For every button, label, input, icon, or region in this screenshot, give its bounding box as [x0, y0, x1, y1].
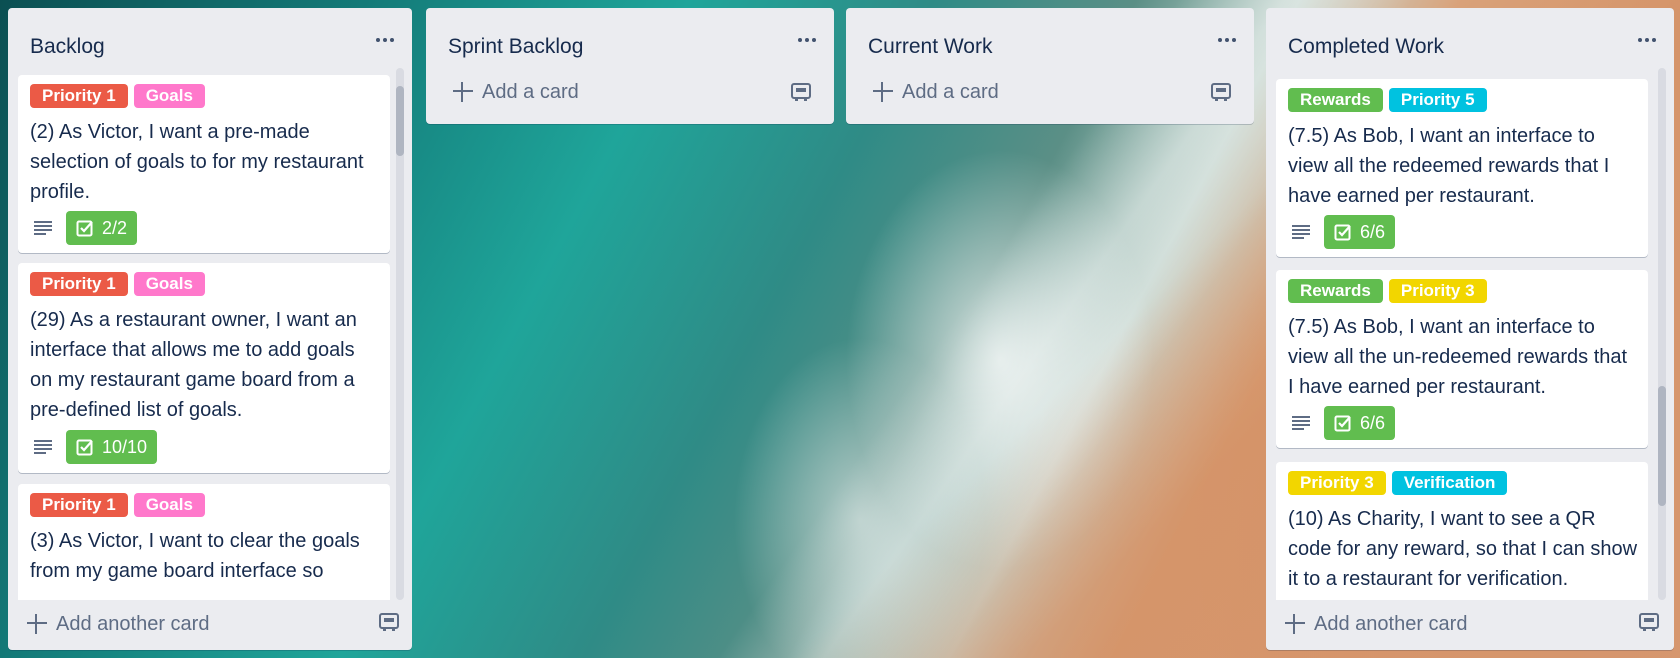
list-title[interactable]: Current Work: [868, 35, 992, 59]
add-card-label: Add a card: [482, 80, 579, 103]
checklist-icon: [1334, 224, 1351, 241]
card-list: Rewards Priority 5 (7.5) As Bob, I want …: [1266, 71, 1674, 600]
checklist-badge: 6/6: [1324, 215, 1396, 249]
list-current-work: Current Work Add a card: [846, 8, 1254, 124]
list-header[interactable]: Completed Work: [1266, 8, 1674, 66]
checklist-badge: 6/6: [1324, 406, 1396, 440]
label-rewards[interactable]: Rewards: [1288, 279, 1383, 303]
checklist-count: 2/2: [102, 217, 128, 238]
list-title[interactable]: Backlog: [30, 35, 105, 59]
card[interactable]: Rewards Priority 5 (7.5) As Bob, I want …: [1276, 79, 1648, 257]
add-card-button[interactable]: Add another card: [1270, 606, 1662, 642]
list-scrollbar[interactable]: [396, 68, 404, 600]
list-completed-work: Completed Work Rewards Priority 5 (7.5) …: [1266, 8, 1674, 650]
checklist-count: 10/10: [102, 436, 148, 457]
card-labels: Rewards Priority 3: [1288, 279, 1487, 303]
label-rewards[interactable]: Rewards: [1288, 88, 1383, 112]
card-template-icon[interactable]: [1638, 612, 1660, 632]
card-title: (10) As Charity, I want to see a QR code…: [1288, 508, 1638, 590]
description-icon: [1288, 410, 1314, 436]
list-scrollbar[interactable]: [1658, 68, 1666, 600]
card-badges: 6/6: [1288, 215, 1396, 249]
description-icon: [30, 434, 56, 460]
board: Backlog Priority 1 Goals (2) As Victor, …: [0, 0, 1680, 658]
checklist-count: 6/6: [1360, 221, 1386, 242]
plus-icon: [1284, 613, 1306, 635]
list-title[interactable]: Sprint Backlog: [448, 35, 583, 59]
add-card-button[interactable]: Add a card: [438, 74, 822, 110]
scroll-thumb[interactable]: [396, 86, 404, 156]
add-card-label: Add another card: [1314, 612, 1468, 635]
card-badges: 10/10: [30, 430, 158, 464]
card-title: (7.5) As Bob, I want an interface to vie…: [1288, 125, 1610, 207]
add-card-label: Add a card: [902, 80, 999, 103]
card-template-icon[interactable]: [1210, 82, 1232, 102]
list-menu-button[interactable]: [1634, 30, 1660, 50]
add-card-button[interactable]: Add a card: [858, 74, 1242, 110]
label-priority-3[interactable]: Priority 3: [1388, 279, 1487, 303]
card[interactable]: Priority 3 Verification (10) As Charity,…: [1276, 462, 1648, 600]
label-priority-1[interactable]: Priority 1: [30, 272, 128, 296]
card[interactable]: Priority 1 Goals (29) As a restaurant ow…: [18, 263, 390, 473]
plus-icon: [452, 81, 474, 103]
checklist-badge: 2/2: [66, 211, 138, 245]
label-verification[interactable]: Verification: [1391, 471, 1508, 495]
add-card-button[interactable]: Add another card: [12, 606, 400, 642]
list-header[interactable]: Current Work: [846, 8, 1254, 66]
card-template-icon[interactable]: [790, 82, 812, 102]
checklist-badge: 10/10: [66, 430, 158, 464]
card[interactable]: Rewards Priority 3 (7.5) As Bob, I want …: [1276, 270, 1648, 448]
plus-icon: [26, 613, 48, 635]
card-labels: Rewards Priority 5: [1288, 88, 1487, 112]
description-icon: [30, 215, 56, 241]
card-title: (3) As Victor, I want to clear the goals…: [30, 530, 360, 582]
card-labels: Priority 1 Goals: [30, 493, 205, 517]
checklist-icon: [76, 220, 93, 237]
card-title: (29) As a restaurant owner, I want an in…: [30, 309, 357, 421]
card-title: (7.5) As Bob, I want an interface to vie…: [1288, 316, 1628, 398]
list-backlog: Backlog Priority 1 Goals (2) As Victor, …: [8, 8, 412, 650]
label-priority-1[interactable]: Priority 1: [30, 493, 128, 517]
card-badges: 6/6: [1288, 406, 1396, 440]
list-title[interactable]: Completed Work: [1288, 35, 1444, 59]
card-title: (2) As Victor, I want a pre-made selecti…: [30, 121, 364, 203]
card-list: Priority 1 Goals (2) As Victor, I want a…: [8, 66, 412, 600]
checklist-count: 6/6: [1360, 412, 1386, 433]
scroll-thumb[interactable]: [1658, 386, 1666, 506]
list-header[interactable]: Backlog: [8, 8, 412, 66]
card-template-icon[interactable]: [378, 612, 400, 632]
label-goals[interactable]: Goals: [133, 493, 205, 517]
list-sprint-backlog: Sprint Backlog Add a card: [426, 8, 834, 124]
label-goals[interactable]: Goals: [133, 84, 205, 108]
label-priority-3[interactable]: Priority 3: [1288, 471, 1386, 495]
card-labels: Priority 1 Goals: [30, 84, 205, 108]
plus-icon: [872, 81, 894, 103]
label-priority-1[interactable]: Priority 1: [30, 84, 128, 108]
add-card-label: Add another card: [56, 612, 210, 635]
list-menu-button[interactable]: [372, 30, 398, 50]
card-badges: 2/2: [30, 211, 138, 245]
description-icon: [1288, 219, 1314, 245]
card-labels: Priority 3 Verification: [1288, 471, 1508, 495]
label-priority-5[interactable]: Priority 5: [1388, 88, 1487, 112]
checklist-icon: [1334, 415, 1351, 432]
card[interactable]: Priority 1 Goals (3) As Victor, I want t…: [18, 484, 390, 600]
card[interactable]: Priority 1 Goals (2) As Victor, I want a…: [18, 75, 390, 253]
list-header[interactable]: Sprint Backlog: [426, 8, 834, 66]
list-menu-button[interactable]: [794, 30, 820, 50]
card-labels: Priority 1 Goals: [30, 272, 205, 296]
label-goals[interactable]: Goals: [133, 272, 205, 296]
checklist-icon: [76, 439, 93, 456]
list-menu-button[interactable]: [1214, 30, 1240, 50]
